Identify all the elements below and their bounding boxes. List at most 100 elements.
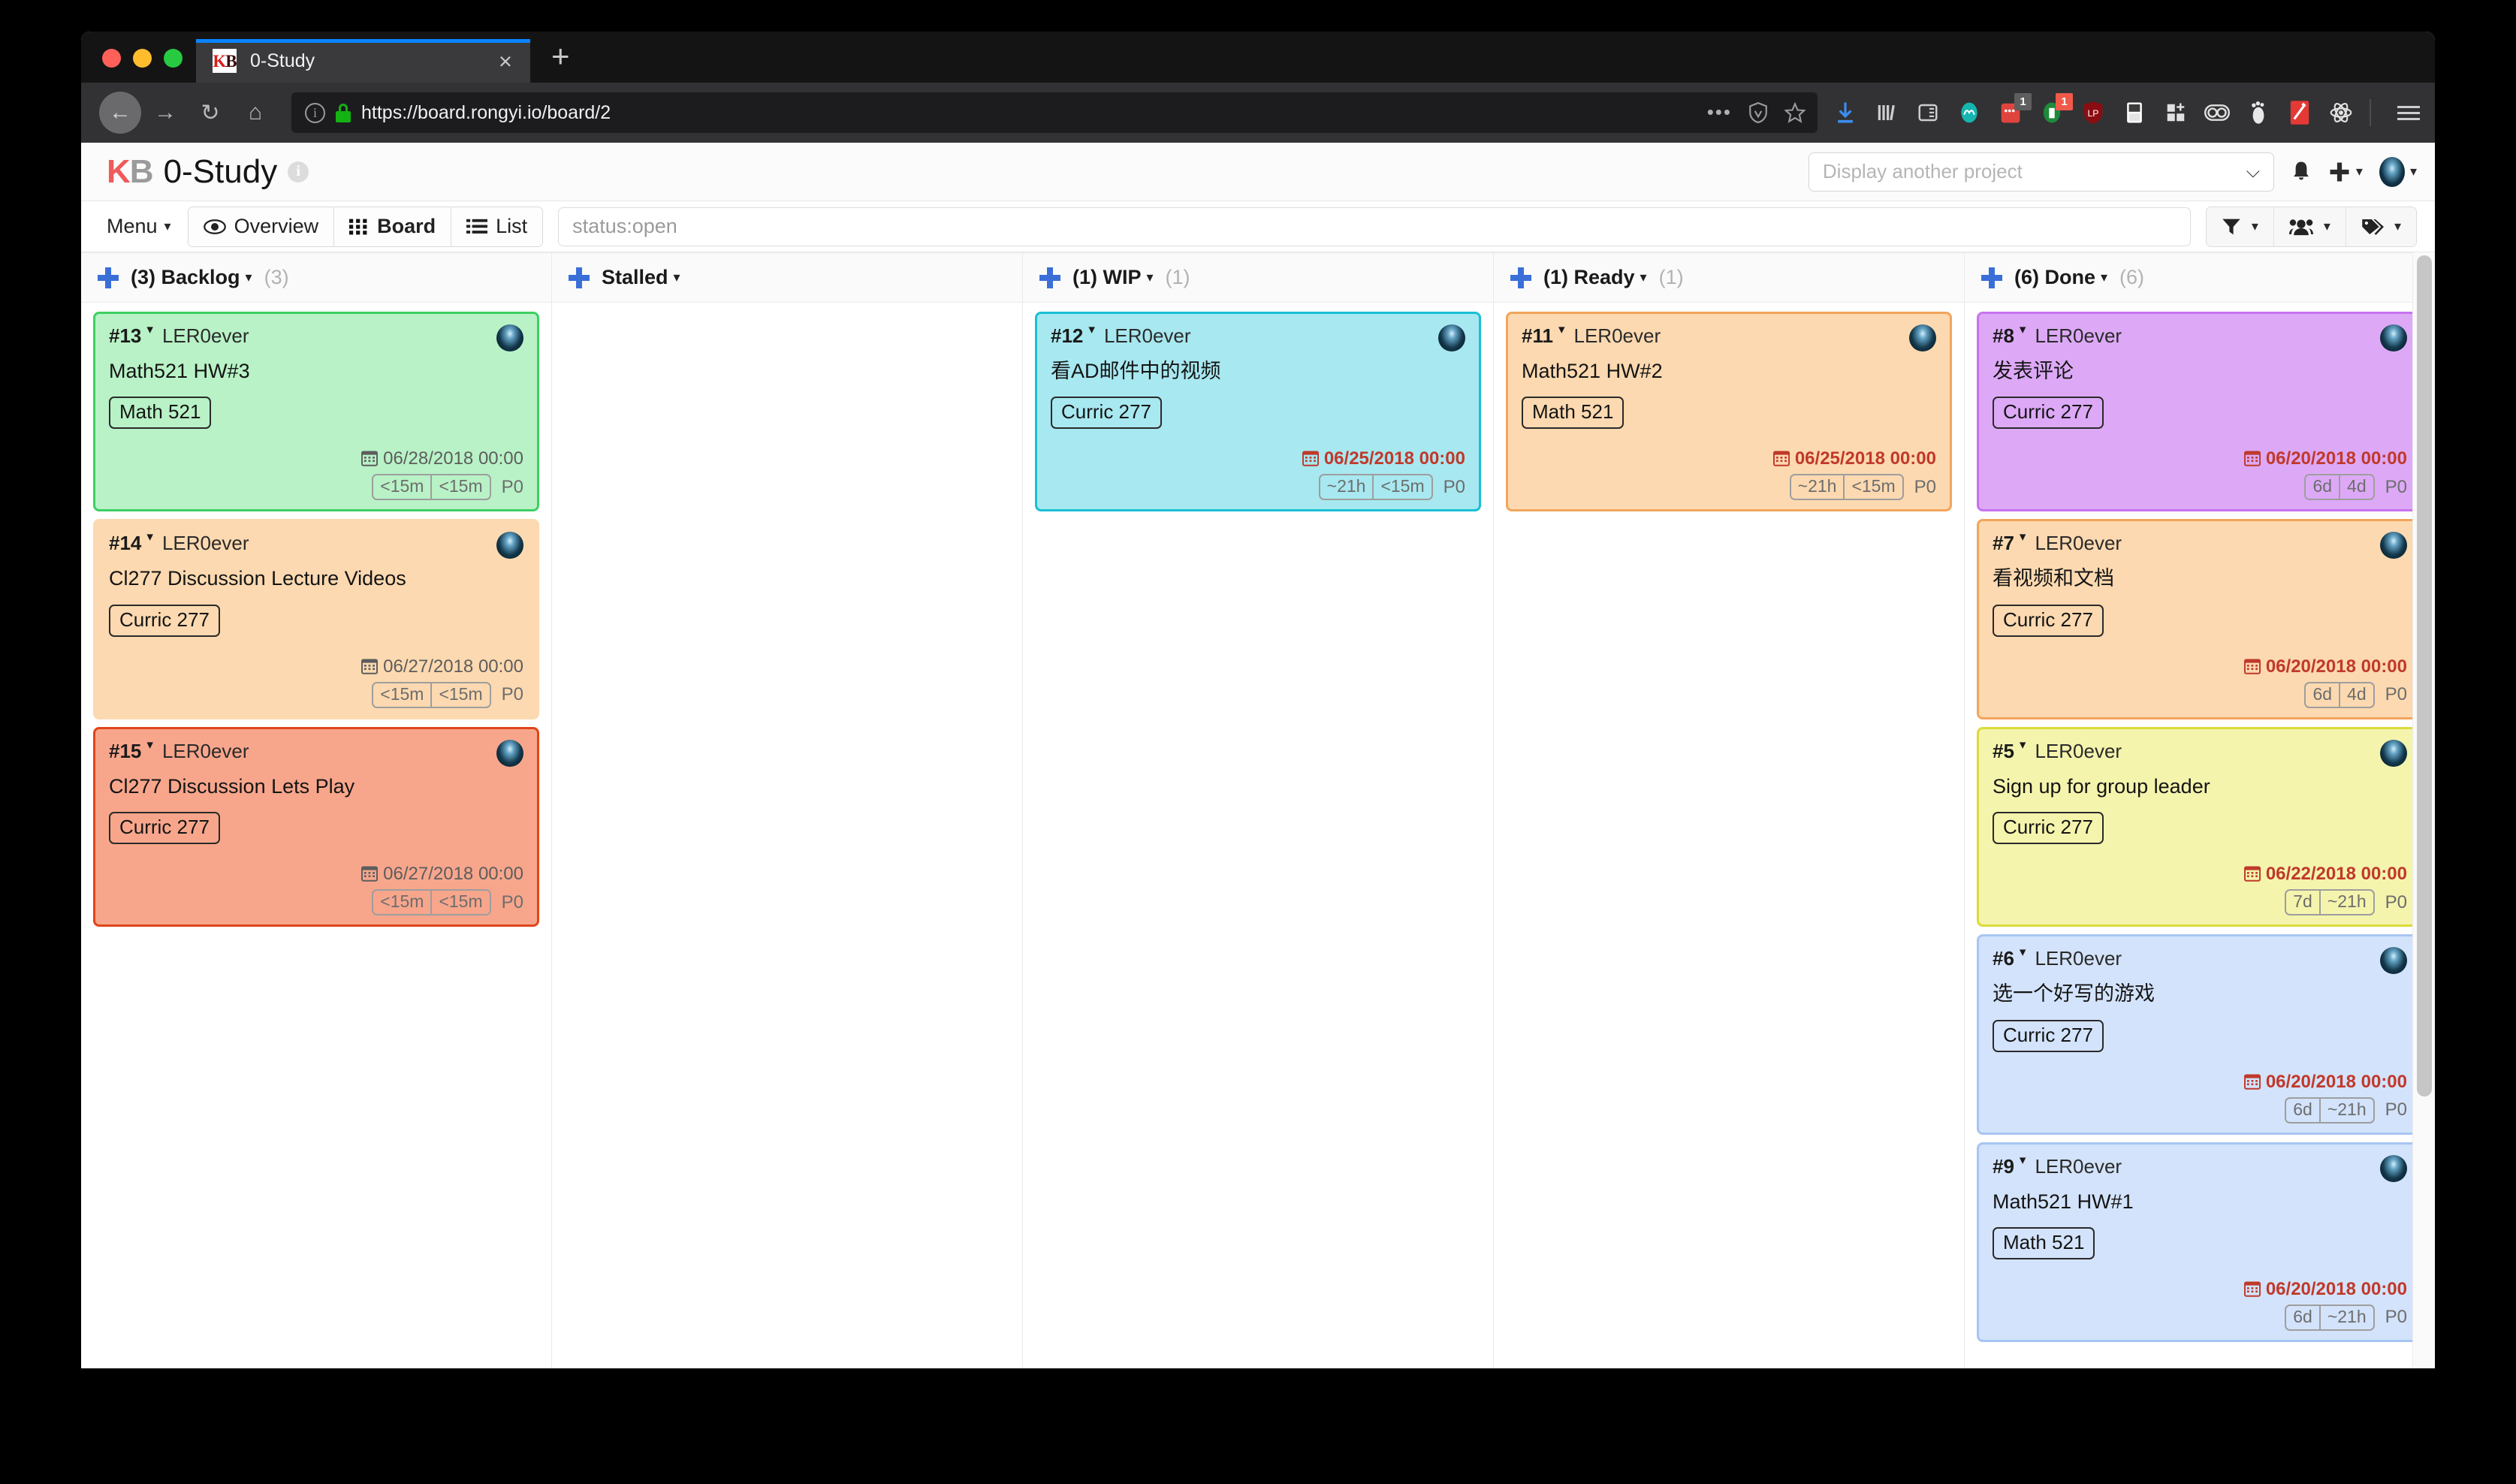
project-switcher-select[interactable]: Display another project ⌵ xyxy=(1808,152,2274,192)
task-tag[interactable]: Curric 277 xyxy=(1993,812,2104,845)
minimize-window-button[interactable] xyxy=(133,49,152,68)
task-id[interactable]: #8 xyxy=(1993,324,2014,348)
add-task-icon[interactable] xyxy=(1510,267,1531,288)
browser-menu-icon[interactable] xyxy=(2397,105,2420,120)
task-card[interactable]: #7 ▾ LER0ever 看视频和文档 Curric 277 06/20/2018 00… xyxy=(1977,519,2423,719)
task-tag[interactable]: Curric 277 xyxy=(1051,397,1162,430)
footprint-icon[interactable] xyxy=(2246,100,2271,125)
container-tabs-icon[interactable] xyxy=(2122,100,2147,125)
sidebar-icon[interactable] xyxy=(1915,100,1941,125)
reload-icon[interactable]: ↻ xyxy=(189,92,231,134)
task-card[interactable]: #6 ▾ LER0ever 选一个好写的游戏 Curric 277 06/20/2018 … xyxy=(1977,934,2423,1135)
pocket-icon[interactable]: 1 xyxy=(1998,93,2032,125)
maximize-window-button[interactable] xyxy=(164,49,183,68)
user-menu-button[interactable]: ▾ xyxy=(2379,156,2417,187)
task-card[interactable]: #14 ▾ LER0ever Cl277 Discussion Lecture Vid… xyxy=(93,519,539,719)
chevron-down-icon[interactable]: ▾ xyxy=(2101,270,2107,285)
add-task-icon[interactable] xyxy=(98,267,119,288)
downloads-icon[interactable] xyxy=(1833,100,1858,125)
task-tag[interactable]: Curric 277 xyxy=(1993,1019,2104,1052)
add-task-icon[interactable] xyxy=(1981,267,2002,288)
task-card[interactable]: #13 ▾ LER0ever Math521 HW#3 Math 521 06/28/20… xyxy=(93,312,539,512)
tab-close-icon[interactable]: × xyxy=(491,50,520,73)
notifications-bell-icon[interactable] xyxy=(2291,160,2312,184)
filter-dropdown-button[interactable]: ▾ xyxy=(2206,207,2274,246)
task-tag[interactable]: Math 521 xyxy=(1993,1226,2095,1259)
task-id[interactable]: #14 xyxy=(109,532,141,555)
task-title[interactable]: Cl277 Discussion Lecture Videos xyxy=(109,566,523,590)
board-vertical-scrollbar[interactable] xyxy=(2412,252,2435,1368)
task-id[interactable]: #12 xyxy=(1051,324,1083,348)
chevron-down-icon[interactable]: ▾ xyxy=(146,322,153,337)
task-id[interactable]: #9 xyxy=(1993,1155,2014,1178)
chevron-down-icon[interactable]: ▾ xyxy=(146,529,153,544)
users-dropdown-button[interactable]: ▾ xyxy=(2273,207,2346,246)
task-title[interactable]: 发表评论 xyxy=(1993,359,2407,383)
task-id[interactable]: #15 xyxy=(109,740,141,763)
task-title[interactable]: 看AD邮件中的视频 xyxy=(1051,359,1465,383)
info-icon[interactable]: i xyxy=(288,161,309,182)
task-id[interactable]: #11 xyxy=(1522,324,1553,348)
mendeley-icon[interactable] xyxy=(1956,100,1982,125)
chevron-down-icon[interactable]: ▾ xyxy=(2020,737,2026,753)
chevron-down-icon[interactable]: ▾ xyxy=(2020,945,2026,960)
site-info-icon[interactable]: i xyxy=(305,102,325,123)
chevron-down-icon[interactable]: ▾ xyxy=(246,270,252,285)
chevron-down-icon[interactable]: ▾ xyxy=(1558,322,1565,337)
forward-icon[interactable]: → xyxy=(144,92,186,134)
task-title[interactable]: 看视频和文档 xyxy=(1993,566,2407,590)
task-card[interactable]: #5 ▾ LER0ever Sign up for group leader Curri… xyxy=(1977,726,2423,928)
tab-overview[interactable]: Overview xyxy=(188,207,335,246)
library-icon[interactable] xyxy=(1874,100,1899,125)
chevron-down-icon[interactable]: ▾ xyxy=(674,270,680,285)
task-tag[interactable]: Curric 277 xyxy=(1993,397,2104,430)
scrollbar-thumb[interactable] xyxy=(2417,255,2432,1096)
goggles-icon[interactable] xyxy=(2204,100,2230,125)
task-id[interactable]: #6 xyxy=(1993,947,2014,970)
browser-tab[interactable]: KB 0-Study × xyxy=(196,39,530,83)
tags-dropdown-button[interactable]: ▾ xyxy=(2346,207,2416,246)
menu-dropdown-button[interactable]: Menu ▾ xyxy=(107,215,171,238)
task-tag[interactable]: Curric 277 xyxy=(1993,604,2104,637)
chevron-down-icon[interactable]: ▾ xyxy=(2020,322,2026,337)
page-actions-icon[interactable]: ••• xyxy=(1707,103,1732,122)
react-devtools-icon[interactable] xyxy=(2328,100,2354,125)
task-tag[interactable]: Math 521 xyxy=(1522,397,1625,430)
task-card[interactable]: #9 ▾ LER0ever Math521 HW#1 Math 521 06/20/201… xyxy=(1977,1142,2423,1342)
task-title[interactable]: Math521 HW#3 xyxy=(109,359,523,383)
add-task-icon[interactable] xyxy=(1039,267,1060,288)
magic-wand-icon[interactable] xyxy=(2287,100,2312,125)
back-icon[interactable]: ← xyxy=(99,92,141,134)
task-tag[interactable]: Curric 277 xyxy=(109,604,220,637)
evernote-icon[interactable]: 1 xyxy=(2039,93,2073,125)
task-id[interactable]: #7 xyxy=(1993,532,2014,555)
task-card[interactable]: #15 ▾ LER0ever Cl277 Discussion Lets Play Cu… xyxy=(93,726,539,928)
task-title[interactable]: Sign up for group leader xyxy=(1993,774,2407,798)
task-card[interactable]: #11 ▾ LER0ever Math521 HW#2 Math 521 06/25/20… xyxy=(1506,312,1952,512)
address-bar[interactable]: i https://board.rongyi.io/board/2 ••• xyxy=(291,92,1818,133)
chevron-down-icon[interactable]: ▾ xyxy=(1147,270,1154,285)
add-task-icon[interactable] xyxy=(569,267,590,288)
chevron-down-icon[interactable]: ▾ xyxy=(2020,1153,2026,1168)
search-input[interactable]: status:open xyxy=(558,207,2191,246)
add-menu-button[interactable]: ▾ xyxy=(2328,161,2363,183)
chevron-down-icon[interactable]: ▾ xyxy=(146,737,153,753)
task-id[interactable]: #5 xyxy=(1993,740,2014,763)
task-tag[interactable]: Math 521 xyxy=(109,397,212,430)
app-logo[interactable]: KB xyxy=(107,153,154,191)
task-id[interactable]: #13 xyxy=(109,324,141,348)
task-title[interactable]: 选一个好写的游戏 xyxy=(1993,982,2407,1006)
chevron-down-icon[interactable]: ▾ xyxy=(1088,322,1095,337)
tab-board[interactable]: Board xyxy=(334,207,452,246)
new-tab-button[interactable]: + xyxy=(551,41,570,72)
chevron-down-icon[interactable]: ▾ xyxy=(2020,529,2026,544)
tab-list[interactable]: List xyxy=(451,207,543,246)
lastpass-icon[interactable]: LP xyxy=(2080,100,2106,125)
task-title[interactable]: Math521 HW#1 xyxy=(1993,1190,2407,1214)
task-tag[interactable]: Curric 277 xyxy=(109,812,220,845)
close-window-button[interactable] xyxy=(102,49,121,68)
add-tab-group-icon[interactable] xyxy=(2163,100,2189,125)
task-card[interactable]: #12 ▾ LER0ever 看AD邮件中的视频 Curric 277 06/25/201… xyxy=(1035,312,1481,512)
shield-icon[interactable] xyxy=(1748,101,1768,124)
task-card[interactable]: #8 ▾ LER0ever 发表评论 Curric 277 06/20/2018 00:0… xyxy=(1977,312,2423,512)
